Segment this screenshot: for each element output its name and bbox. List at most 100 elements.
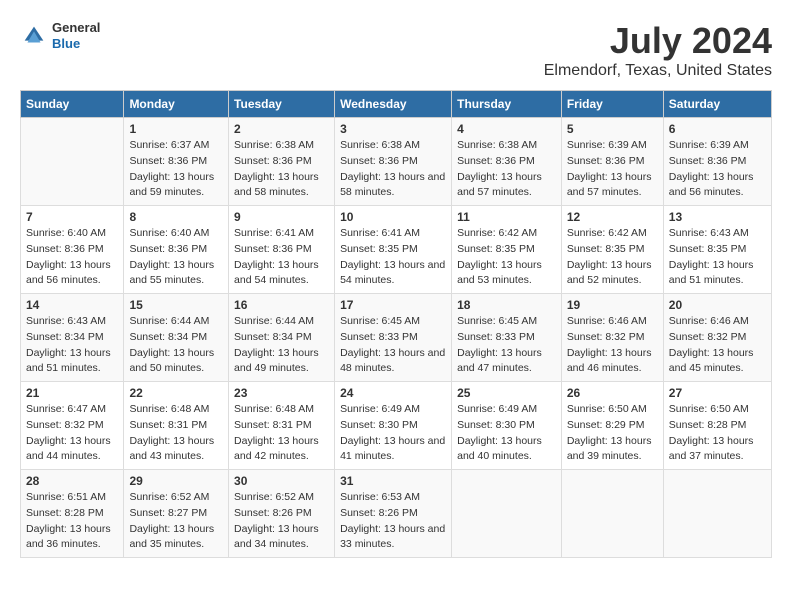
day-info-line: Sunset: 8:32 PM [26,418,118,434]
calendar-table: SundayMondayTuesdayWednesdayThursdayFrid… [20,90,772,558]
day-info: Sunrise: 6:49 AMSunset: 8:30 PMDaylight:… [340,402,446,465]
day-info-line: Daylight: 13 hours and 42 minutes. [234,434,329,466]
calendar-cell [561,470,663,558]
day-info-line: Sunset: 8:36 PM [340,154,446,170]
day-info-line: Sunrise: 6:44 AM [234,314,329,330]
day-info-line: Sunset: 8:35 PM [567,242,658,258]
col-header-wednesday: Wednesday [335,91,452,118]
day-info-line: Sunrise: 6:42 AM [457,226,556,242]
day-info-line: Sunrise: 6:53 AM [340,490,446,506]
day-info-line: Daylight: 13 hours and 57 minutes. [457,170,556,202]
day-info-line: Sunset: 8:36 PM [457,154,556,170]
day-info-line: Daylight: 13 hours and 49 minutes. [234,346,329,378]
day-info-line: Sunset: 8:34 PM [26,330,118,346]
col-header-tuesday: Tuesday [229,91,335,118]
day-info-line: Sunset: 8:36 PM [567,154,658,170]
day-info-line: Sunrise: 6:48 AM [129,402,223,418]
day-info-line: Sunset: 8:36 PM [234,154,329,170]
day-info-line: Daylight: 13 hours and 35 minutes. [129,522,223,554]
page-header: General Blue July 2024 Elmendorf, Texas,… [20,20,772,80]
calendar-cell: 9Sunrise: 6:41 AMSunset: 8:36 PMDaylight… [229,206,335,294]
day-number: 12 [567,210,658,224]
calendar-cell: 12Sunrise: 6:42 AMSunset: 8:35 PMDayligh… [561,206,663,294]
week-row-5: 28Sunrise: 6:51 AMSunset: 8:28 PMDayligh… [21,470,772,558]
calendar-cell: 4 Sunrise: 6:38 AMSunset: 8:36 PMDaylight… [452,118,562,206]
day-info-line: Sunset: 8:26 PM [340,506,446,522]
day-number: 22 [129,386,223,400]
calendar-cell: 24Sunrise: 6:49 AMSunset: 8:30 PMDayligh… [335,382,452,470]
calendar-cell: 1Sunrise: 6:37 AMSunset: 8:36 PMDaylight… [124,118,229,206]
day-info-line: Sunset: 8:29 PM [567,418,658,434]
day-info-line: Sunset: 8:32 PM [669,330,766,346]
day-info-line: Sunset: 8:36 PM [669,154,766,170]
day-info-line: Daylight: 13 hours and 51 minutes. [26,346,118,378]
day-info: Sunrise: 6:47 AMSunset: 8:32 PMDaylight:… [26,402,118,465]
day-info-line: Sunrise: 6:42 AM [567,226,658,242]
day-info-line: Sunrise: 6:49 AM [340,402,446,418]
day-info: Sunrise: 6:48 AMSunset: 8:31 PMDaylight:… [234,402,329,465]
day-info-line: Daylight: 13 hours and 37 minutes. [669,434,766,466]
day-info-line: Sunrise: 6:38 AM [340,138,446,154]
page-subtitle: Elmendorf, Texas, United States [544,62,772,80]
day-info-line: Daylight: 13 hours and 57 minutes. [567,170,658,202]
day-info-line: Sunrise: 6:38 AM [457,138,556,154]
day-number: 28 [26,474,118,488]
week-row-1: 1Sunrise: 6:37 AMSunset: 8:36 PMDaylight… [21,118,772,206]
day-number: 13 [669,210,766,224]
logo-text: General Blue [52,20,100,51]
day-number: 3 [340,122,446,136]
day-number: 4 [457,122,556,136]
day-info: Sunrise: 6:43 AMSunset: 8:35 PMDaylight:… [669,226,766,289]
day-number: 26 [567,386,658,400]
day-info: Sunrise: 6:53 AMSunset: 8:26 PMDaylight:… [340,490,446,553]
day-info-line: Sunrise: 6:45 AM [457,314,556,330]
calendar-cell: 8Sunrise: 6:40 AMSunset: 8:36 PMDaylight… [124,206,229,294]
day-info: Sunrise: 6:41 AMSunset: 8:35 PMDaylight:… [340,226,446,289]
day-number: 17 [340,298,446,312]
day-number: 15 [129,298,223,312]
day-info-line: Daylight: 13 hours and 47 minutes. [457,346,556,378]
day-info: Sunrise: 6:38 AMSunset: 8:36 PMDaylight:… [457,138,556,201]
day-number: 21 [26,386,118,400]
day-info-line: Sunrise: 6:44 AM [129,314,223,330]
day-info-line: Sunset: 8:30 PM [457,418,556,434]
day-info-line: Daylight: 13 hours and 40 minutes. [457,434,556,466]
day-info-line: Sunset: 8:33 PM [340,330,446,346]
calendar-cell: 23 Sunrise: 6:48 AMSunset: 8:31 PMDayligh… [229,382,335,470]
day-info: Sunrise: 6:43 AMSunset: 8:34 PMDaylight:… [26,314,118,377]
day-info-line: Daylight: 13 hours and 56 minutes. [26,258,118,290]
day-info-line: Sunrise: 6:49 AM [457,402,556,418]
day-info: Sunrise: 6:44 AMSunset: 8:34 PMDaylight:… [129,314,223,377]
day-number: 5 [567,122,658,136]
col-header-thursday: Thursday [452,91,562,118]
calendar-cell: 29Sunrise: 6:52 AMSunset: 8:27 PMDayligh… [124,470,229,558]
header-row: SundayMondayTuesdayWednesdayThursdayFrid… [21,91,772,118]
title-block: July 2024 Elmendorf, Texas, United State… [544,20,772,80]
day-info-line: Sunset: 8:35 PM [457,242,556,258]
day-number: 2 [234,122,329,136]
calendar-cell: 6Sunrise: 6:39 AMSunset: 8:36 PMDaylight… [663,118,771,206]
calendar-cell: 17Sunrise: 6:45 AMSunset: 8:33 PMDayligh… [335,294,452,382]
day-info: Sunrise: 6:49 AMSunset: 8:30 PMDaylight:… [457,402,556,465]
day-info-line: Sunset: 8:31 PM [129,418,223,434]
day-info-line: Sunset: 8:26 PM [234,506,329,522]
day-number: 14 [26,298,118,312]
day-info-line: Sunrise: 6:47 AM [26,402,118,418]
day-info-line: Daylight: 13 hours and 58 minutes. [340,170,446,202]
day-number: 23 [234,386,329,400]
day-number: 31 [340,474,446,488]
day-info-line: Daylight: 13 hours and 58 minutes. [234,170,329,202]
day-info: Sunrise: 6:39 AMSunset: 8:36 PMDaylight:… [567,138,658,201]
day-info-line: Daylight: 13 hours and 33 minutes. [340,522,446,554]
day-info: Sunrise: 6:42 AMSunset: 8:35 PMDaylight:… [457,226,556,289]
day-info: Sunrise: 6:38 AMSunset: 8:36 PMDaylight:… [234,138,329,201]
calendar-cell: 16Sunrise: 6:44 AMSunset: 8:34 PMDayligh… [229,294,335,382]
calendar-cell: 22Sunrise: 6:48 AMSunset: 8:31 PMDayligh… [124,382,229,470]
day-info-line: Daylight: 13 hours and 50 minutes. [129,346,223,378]
day-info-line: Sunrise: 6:51 AM [26,490,118,506]
day-number: 25 [457,386,556,400]
day-info: Sunrise: 6:40 AMSunset: 8:36 PMDaylight:… [26,226,118,289]
day-number: 9 [234,210,329,224]
day-info: Sunrise: 6:39 AMSunset: 8:36 PMDaylight:… [669,138,766,201]
day-number: 7 [26,210,118,224]
